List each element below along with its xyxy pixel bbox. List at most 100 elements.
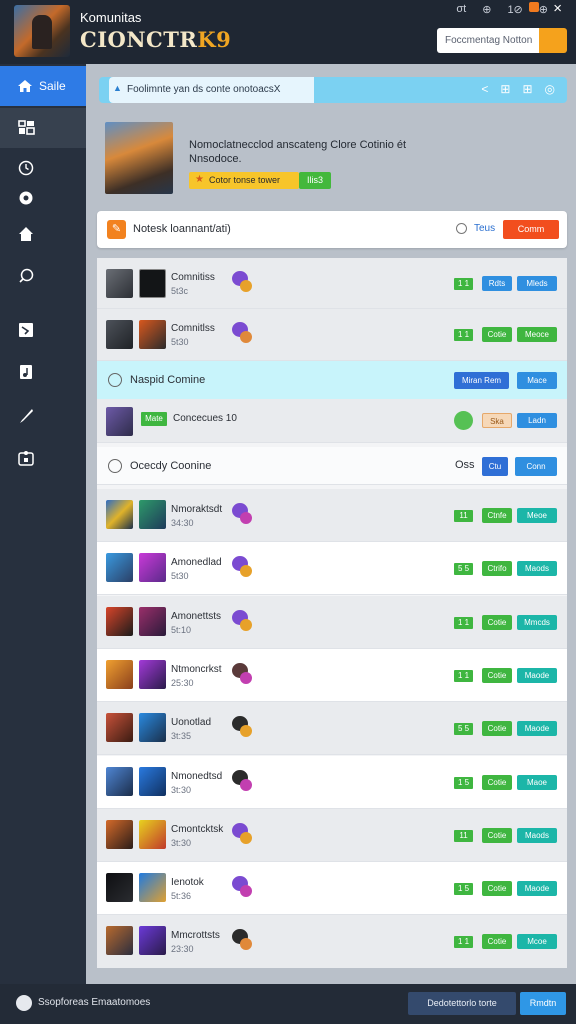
item-action-button[interactable]: Cotie (482, 775, 512, 790)
group-secondary-button[interactable]: Mace (517, 372, 557, 389)
brand-title-accent: K9 (197, 27, 232, 52)
coin-icon (240, 832, 252, 844)
list-item[interactable]: Mate Concecues 10 Ska Ladn (97, 399, 567, 443)
item-secondary-button[interactable]: Maods (517, 561, 557, 576)
item-name: Ienotok (171, 877, 204, 888)
radio-icon[interactable] (456, 223, 467, 234)
brush-icon[interactable] (17, 408, 35, 426)
list-item[interactable]: Ienotok 5t:36 1 5 Cotie Maode (97, 862, 567, 915)
item-action-button[interactable]: Cotie (482, 881, 512, 896)
list-item[interactable]: Mmcrottsts 23:30 1 1 Cotie Mcoe (97, 915, 567, 968)
item-secondary-button[interactable]: Ladn (517, 413, 557, 428)
group-header[interactable]: Naspid Comine Miran Rem Mace (97, 361, 567, 399)
home-icon (18, 80, 32, 92)
compass-icon[interactable] (17, 190, 35, 208)
item-thumbnail (106, 873, 133, 902)
item-secondary-button[interactable]: Maoe (517, 775, 557, 790)
music-icon[interactable] (17, 364, 35, 382)
share-icon[interactable]: < (481, 82, 488, 96)
clock-icon[interactable] (17, 160, 35, 178)
edit-icon[interactable]: ✎ (107, 220, 126, 239)
item-action-button[interactable]: Cotie (482, 327, 512, 342)
group-secondary-button[interactable]: Conn (515, 457, 557, 476)
clock-icon (108, 459, 122, 473)
house-icon[interactable] (17, 226, 35, 244)
list-item[interactable]: Amonedlad 5t30 5 5 Ctrifo Maods (97, 542, 567, 595)
item-time: 25:30 (171, 678, 194, 688)
item-name: Amonettsts (171, 611, 222, 622)
item-secondary-button[interactable]: Mleds (517, 276, 557, 291)
target-icon[interactable]: ◎ (545, 82, 555, 96)
list-item[interactable]: Uonotlad 3t:35 5 5 Cotie Maode (97, 702, 567, 755)
list-item[interactable]: Comnitiss 5t3c 1 1 Rdts Mleds (97, 258, 567, 309)
group-action-button[interactable]: Ctu (482, 457, 508, 476)
share-icon[interactable] (17, 322, 35, 340)
chat-icon[interactable] (17, 268, 35, 286)
item-thumbnail (106, 320, 133, 349)
item-action-button[interactable]: Ska (482, 413, 512, 428)
filter-link[interactable]: Teus (474, 223, 495, 234)
footer-secondary-button[interactable]: Dedotettorlo torte (408, 992, 516, 1015)
list-item[interactable]: Comnitlss 5t30 1 1 Cotie Meoce (97, 309, 567, 361)
item-name: Nmonedtsd (171, 771, 223, 782)
item-action-button[interactable]: Rdts (482, 276, 512, 291)
group-header[interactable]: Ocecdy Coonine Oss Ctu Conn (97, 447, 567, 485)
globe-icon[interactable]: ⊕ (482, 3, 491, 16)
item-action-button[interactable]: Cotie (482, 721, 512, 736)
item-action-button[interactable]: Cotie (482, 828, 512, 843)
settings-icon[interactable]: ⊕ (539, 3, 548, 16)
item-icon (139, 553, 166, 582)
item-secondary-button[interactable]: Maode (517, 721, 557, 736)
group-action-button[interactable]: Miran Rem (454, 372, 509, 389)
item-secondary-button[interactable]: Meoce (517, 327, 557, 342)
item-thumbnail (106, 926, 133, 955)
item-secondary-button[interactable]: Maode (517, 668, 557, 683)
item-secondary-button[interactable]: Meoe (517, 508, 557, 523)
grid-icon[interactable]: ⊞ (500, 82, 510, 96)
puzzle-icon[interactable] (17, 450, 35, 468)
item-thumbnail (106, 553, 133, 582)
item-secondary-button[interactable]: Mmcds (517, 615, 557, 630)
featured-image[interactable] (105, 122, 173, 194)
item-action-button[interactable]: Ctrifo (482, 561, 512, 576)
item-count-badge: 1 1 (454, 617, 473, 629)
item-action-button[interactable]: Ctnfe (482, 508, 512, 523)
status-icon[interactable]: σt (456, 3, 466, 16)
item-icon (139, 820, 166, 849)
coin-icon (240, 512, 252, 524)
list-item[interactable]: Amonettsts 5t:10 1 1 Cotie Mmcds (97, 596, 567, 649)
item-action-button[interactable]: Cotie (482, 668, 512, 683)
item-name: Uonotlad (171, 717, 212, 728)
close-icon[interactable]: × (553, 0, 562, 17)
item-icon (139, 926, 166, 955)
item-time: 3t:35 (171, 731, 192, 741)
item-action-button[interactable]: Cotie (482, 615, 512, 630)
game-logo-image[interactable] (14, 5, 70, 57)
item-action-button[interactable]: Cotie (482, 934, 512, 949)
list-item[interactable]: Cmontcktsk 3t:30 11 Cotie Maods (97, 809, 567, 862)
sidebar-item-grid[interactable] (0, 108, 86, 148)
group-title: Ocecdy Coonine (130, 460, 212, 472)
footer-primary-button[interactable]: Rmdtn (520, 992, 566, 1015)
item-icon (139, 607, 166, 636)
info-icon[interactable] (16, 995, 32, 1011)
item-secondary-button[interactable]: Maods (517, 828, 557, 843)
featured-secondary-button[interactable]: Ilis3 (299, 172, 331, 189)
search-button[interactable] (539, 28, 567, 53)
featured-primary-button[interactable]: Cotor tonse tower (189, 172, 299, 189)
coin-icon (240, 672, 252, 684)
item-secondary-button[interactable]: Mcoe (517, 934, 557, 949)
counter-icon[interactable]: 1⊘ (507, 3, 522, 16)
item-count-badge: 5 5 (454, 723, 473, 735)
item-secondary-button[interactable]: Maode (517, 881, 557, 896)
sidebar-item-active[interactable]: Saile (0, 66, 86, 106)
list-item[interactable]: Ntmoncrkst 25:30 1 1 Cotie Maode (97, 649, 567, 702)
search-input[interactable]: Foccmentag Notton (437, 28, 539, 53)
list-item[interactable]: Nmonedtsd 3t:30 1 5 Cotie Maoe (97, 756, 567, 809)
list-item[interactable]: Nmoraktsdt 34:30 11 Ctnfe Meoe (97, 489, 567, 542)
filter-button[interactable]: Comm (503, 220, 559, 239)
notification-badge (529, 2, 539, 12)
window-icon[interactable]: ⊞ (522, 82, 532, 96)
item-name: Mmcrottsts (171, 930, 220, 941)
item-name: Amonedlad (171, 557, 222, 568)
